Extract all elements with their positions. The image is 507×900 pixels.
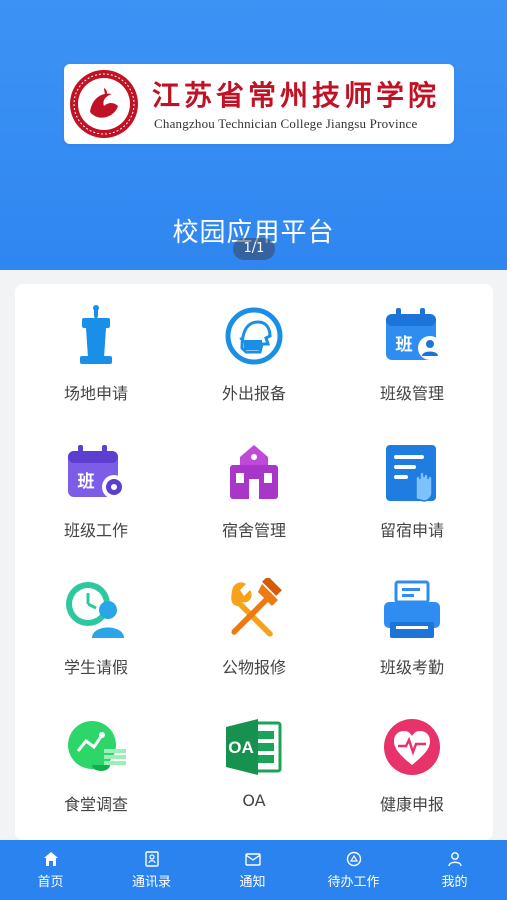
app-overnight-application[interactable]: 留宿申请 — [337, 441, 487, 561]
podium-icon — [80, 305, 112, 364]
printer-icon — [384, 580, 440, 638]
ban-glyph: 班 — [396, 335, 413, 355]
app-label: 班级考勤 — [379, 658, 444, 677]
document-hand-icon — [386, 445, 436, 502]
dormitory-icon — [230, 445, 278, 499]
app-label: 班级工作 — [63, 521, 128, 540]
app-public-repair[interactable]: 公物报修 — [179, 578, 329, 698]
ban-glyph: 班 — [78, 472, 95, 492]
oa-icon: OA — [226, 719, 282, 775]
app-label: 宿舍管理 — [221, 521, 286, 540]
carousel-pager: 1/1 — [233, 238, 275, 260]
app-label: 学生请假 — [63, 658, 128, 677]
app-student-leave[interactable]: 学生请假 — [21, 578, 171, 698]
app-health-declaration[interactable]: 健康申报 — [337, 715, 487, 835]
app-label: 健康申报 — [379, 795, 444, 814]
user-icon — [447, 852, 462, 867]
app-dormitory-management[interactable]: 宿舍管理 — [179, 441, 329, 561]
tab-label: 通讯录 — [131, 875, 171, 890]
app-label: 班级管理 — [379, 384, 444, 403]
app-oa[interactable]: OA OA — [179, 715, 329, 835]
app-class-work[interactable]: 班 班级工作 — [21, 441, 171, 561]
app-grid-card: 场地申请 外出报备 班 班级管理 班 班级工作 宿舍管理 留宿申请 学生请假 公… — [15, 284, 493, 840]
tab-label: 我的 — [441, 875, 468, 890]
app-label: 公物报修 — [221, 658, 286, 677]
app-venue-application[interactable]: 场地申请 — [21, 304, 171, 424]
college-logo: 江苏省常州技师学院 Changzhou Technician College J… — [64, 64, 454, 144]
bottom-tab-bar: 首页 通讯录 通知 待办工作 我的 — [0, 840, 507, 900]
todo-icon — [346, 851, 361, 867]
app-outing-report[interactable]: 外出报备 — [179, 304, 329, 424]
tab-mine[interactable]: 我的 — [404, 840, 505, 900]
home-icon — [43, 852, 58, 866]
college-name-english: Changzhou Technician College Jiangsu Pro… — [154, 116, 418, 131]
clock-person-icon — [66, 582, 124, 638]
heart-pulse-icon — [384, 719, 440, 775]
tab-label: 待办工作 — [327, 875, 380, 890]
banner: 江苏省常州技师学院 Changzhou Technician College J… — [0, 0, 507, 270]
tab-notifications[interactable]: 通知 — [202, 840, 303, 900]
app-canteen-survey[interactable]: 食堂调查 — [21, 715, 171, 835]
masked-face-icon — [225, 307, 283, 365]
college-name-chinese: 江苏省常州技师学院 — [152, 79, 441, 112]
app-label: 场地申请 — [63, 384, 128, 403]
app-label: 留宿申请 — [379, 521, 444, 540]
canteen-survey-icon — [68, 721, 126, 771]
app-label: 食堂调查 — [63, 795, 128, 814]
tab-contacts[interactable]: 通讯录 — [101, 840, 202, 900]
tab-todo[interactable]: 待办工作 — [303, 840, 404, 900]
app-class-attendance[interactable]: 班级考勤 — [337, 578, 487, 698]
app-label: OA — [242, 791, 266, 810]
wrench-hammer-icon — [231, 578, 282, 637]
app-class-management[interactable]: 班 班级管理 — [337, 304, 487, 424]
contacts-icon — [144, 851, 159, 867]
tab-home[interactable]: 首页 — [0, 840, 101, 900]
app-label: 外出报备 — [221, 384, 286, 403]
tab-label: 首页 — [37, 875, 64, 890]
college-seal-icon — [70, 70, 138, 138]
mail-icon — [244, 853, 261, 866]
oa-glyph: OA — [228, 738, 254, 757]
tab-label: 通知 — [239, 875, 266, 890]
class-calendar-gear-icon: 班 — [68, 445, 126, 499]
class-calendar-user-icon: 班 — [386, 308, 442, 360]
